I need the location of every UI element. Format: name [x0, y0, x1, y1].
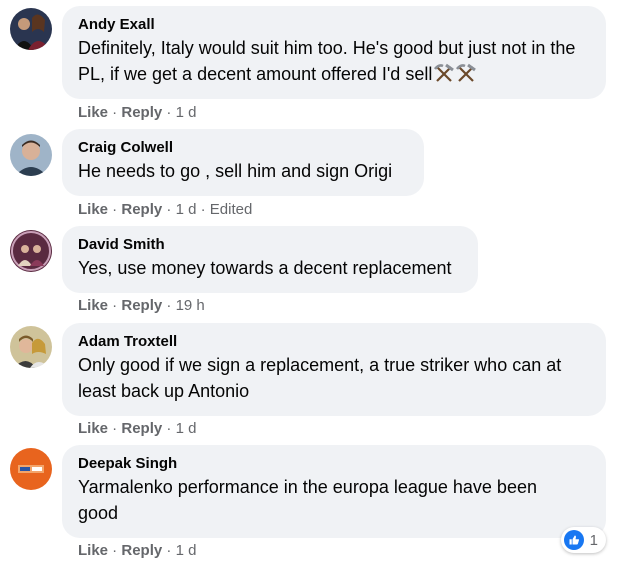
- like-button[interactable]: Like: [78, 542, 108, 559]
- like-button[interactable]: Like: [78, 201, 108, 218]
- comment-bubble: Adam Troxtell Only good if we sign a rep…: [62, 323, 606, 416]
- like-button[interactable]: Like: [78, 104, 108, 121]
- comment-bubble: Craig Colwell He needs to go , sell him …: [62, 129, 424, 196]
- hammer-and-pick-icon: [434, 63, 455, 83]
- avatar[interactable]: [10, 230, 52, 272]
- comment-text: Only good if we sign a replacement, a tr…: [78, 355, 562, 401]
- reply-button[interactable]: Reply: [121, 420, 162, 437]
- comment-actions: Like · Reply · 1 d: [78, 420, 197, 437]
- comment-text: He needs to go , sell him and sign Origi: [78, 161, 393, 181]
- comment-author[interactable]: Craig Colwell: [78, 138, 408, 158]
- comment-actions: Like · Reply · 1 d: [78, 542, 197, 559]
- comment-author[interactable]: Deepak Singh: [78, 454, 590, 474]
- avatar[interactable]: [10, 134, 52, 176]
- reaction-count: 1: [589, 531, 598, 549]
- timestamp[interactable]: 1 d: [176, 201, 197, 218]
- timestamp[interactable]: 1 d: [176, 104, 197, 121]
- avatar[interactable]: [10, 448, 52, 490]
- comment-actions: Like · Reply · 19 h: [78, 297, 205, 314]
- edited-label[interactable]: Edited: [210, 201, 253, 218]
- timestamp[interactable]: 19 h: [176, 297, 205, 314]
- comment-actions: Like · Reply · 1 d · Edited: [78, 201, 253, 218]
- like-button[interactable]: Like: [78, 297, 108, 314]
- comment-text: Yes, use money towards a decent replacem…: [78, 258, 452, 278]
- comment-bubble: Deepak Singh Yarmalenko performance in t…: [62, 445, 606, 538]
- comment-bubble: David Smith Yes, use money towards a dec…: [62, 226, 478, 293]
- hammer-and-pick-icon: [456, 63, 477, 83]
- thumbs-up-icon: [563, 530, 584, 550]
- like-button[interactable]: Like: [78, 420, 108, 437]
- comment-bubble: Andy Exall Definitely, Italy would suit …: [62, 6, 606, 99]
- timestamp[interactable]: 1 d: [176, 542, 197, 559]
- comment-actions: Like · Reply · 1 d: [78, 104, 197, 121]
- comment-author[interactable]: Adam Troxtell: [78, 332, 590, 352]
- reply-button[interactable]: Reply: [121, 297, 162, 314]
- reply-button[interactable]: Reply: [121, 104, 162, 121]
- reply-button[interactable]: Reply: [121, 542, 162, 559]
- comment-author[interactable]: David Smith: [78, 235, 462, 255]
- avatar[interactable]: [10, 326, 52, 368]
- comment-text: Definitely, Italy would suit him too. He…: [78, 38, 576, 84]
- timestamp[interactable]: 1 d: [176, 420, 197, 437]
- comment-text: Yarmalenko performance in the europa lea…: [78, 477, 537, 523]
- avatar[interactable]: [10, 8, 52, 50]
- reply-button[interactable]: Reply: [121, 201, 162, 218]
- comment-author[interactable]: Andy Exall: [78, 15, 590, 35]
- reaction-summary[interactable]: 1: [560, 527, 606, 553]
